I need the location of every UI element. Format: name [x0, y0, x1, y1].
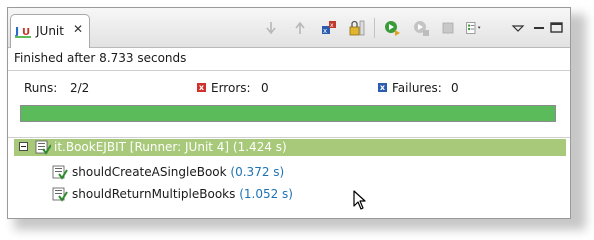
close-icon[interactable]: ✕ [73, 22, 85, 36]
divider [8, 137, 570, 138]
previous-failure-icon[interactable] [291, 19, 309, 37]
finished-status: Finished after 8.733 seconds [14, 51, 187, 65]
test-passed-icon [52, 165, 68, 180]
svg-text:x: x [330, 22, 334, 29]
scroll-lock-icon[interactable] [348, 19, 366, 37]
test-duration: (0.372 s) [230, 165, 285, 179]
divider [8, 70, 570, 71]
tree-row-suite[interactable]: it.BookEJBIT [Runner: JUnit 4] (1.424 s) [14, 139, 566, 156]
test-suite-passed-icon [35, 140, 51, 155]
mouse-cursor-icon [353, 190, 366, 210]
rerun-failed-first-icon[interactable] [412, 19, 430, 37]
failures-label: Failures: [392, 81, 442, 95]
test-passed-icon [52, 187, 68, 202]
failures-value: 0 [451, 81, 459, 95]
show-failures-only-icon[interactable]: x x [320, 19, 338, 37]
junit-icon: J U [15, 25, 31, 38]
rerun-test-icon[interactable] [383, 19, 401, 37]
next-failure-icon[interactable] [262, 19, 280, 37]
maximize-icon[interactable] [548, 19, 566, 37]
stop-icon[interactable] [439, 19, 457, 37]
minimize-icon[interactable] [530, 19, 548, 37]
errors-label: Errors: [211, 81, 251, 95]
svg-text:x: x [323, 27, 327, 35]
test-duration: (1.052 s) [239, 187, 293, 201]
view-menu-icon[interactable] [509, 19, 527, 37]
test-label: shouldCreateASingleBook (0.372 s) [72, 165, 284, 179]
test-label: shouldReturnMultipleBooks (1.052 s) [72, 187, 293, 201]
tab-junit[interactable]: J U JUnit ✕ [10, 14, 90, 48]
progress-bar [20, 105, 556, 122]
tab-label: JUnit [36, 24, 64, 38]
test-run-history-icon[interactable] [466, 19, 484, 37]
progress-fill [21, 106, 555, 121]
runs-value: 2/2 [70, 81, 90, 95]
runs-label: Runs: [24, 81, 58, 95]
error-icon: x [197, 83, 206, 92]
toolbar-separator [374, 18, 375, 38]
errors-value: 0 [261, 81, 269, 95]
collapse-icon[interactable] [19, 142, 28, 151]
suite-label: it.BookEJBIT [Runner: JUnit 4] (1.424 s) [54, 140, 287, 154]
view-header: J U JUnit ✕ x x [8, 8, 570, 48]
test-name: shouldCreateASingleBook [72, 165, 227, 179]
junit-view: J U JUnit ✕ x x Finished after 8.733 sec… [7, 7, 571, 219]
test-name: shouldReturnMultipleBooks [72, 187, 236, 201]
failure-icon: x [378, 83, 387, 92]
